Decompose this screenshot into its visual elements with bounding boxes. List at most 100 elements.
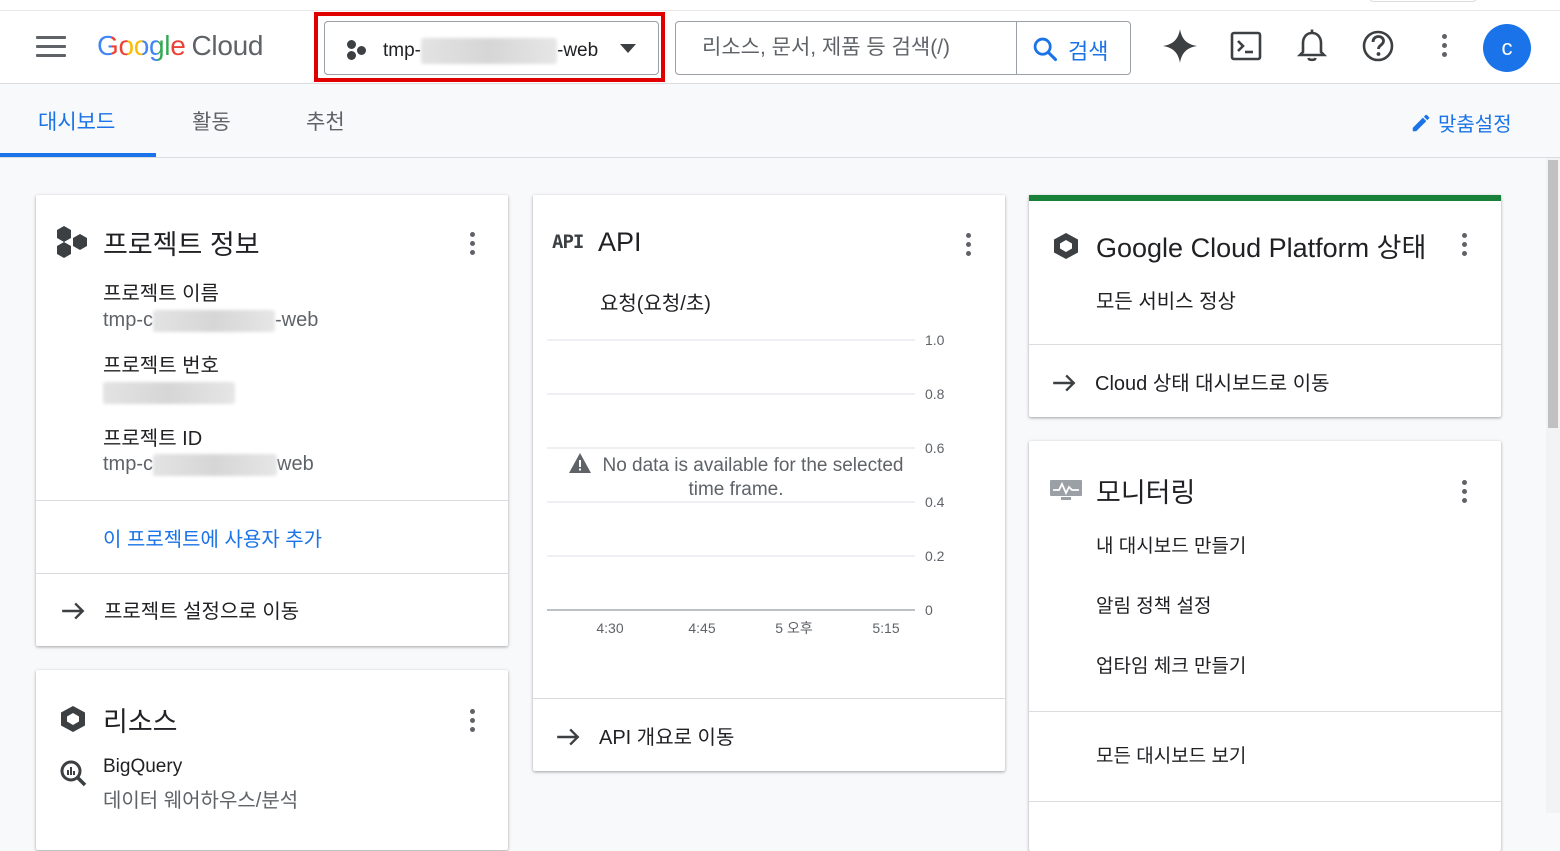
help-icon[interactable] xyxy=(1360,28,1396,64)
project-name-value: tmp-c -web xyxy=(103,309,318,332)
card-title: 모니터링 xyxy=(1096,478,1196,508)
more-vert-icon[interactable] xyxy=(462,232,482,258)
api-overview-label: API 개요로 이동 xyxy=(599,727,735,749)
project-name-prefix: tmp-c xyxy=(103,309,153,331)
top-app-bar: GoogleCloud tmp- -web 검색 c xyxy=(0,0,1560,84)
monitoring-card: 모니터링 내 대시보드 만들기 알림 정책 설정 업타임 체크 만들기 모든 대… xyxy=(1029,441,1501,851)
more-vert-icon[interactable] xyxy=(1454,480,1474,506)
project-info-card: 프로젝트 정보 프로젝트 이름 tmp-c -web 프로젝트 번호 프로젝트 I… xyxy=(36,195,508,646)
bigquery-description: 데이터 웨어하우스/분석 xyxy=(103,790,299,812)
search-bar: 검색 xyxy=(675,21,1131,75)
divider xyxy=(533,698,1005,699)
arrow-right-icon xyxy=(557,728,580,746)
y-tick-label: 0.4 xyxy=(925,494,945,510)
resources-card: 리소스 BigQuery 데이터 웨어하우스/분석 xyxy=(36,670,508,850)
cloud-shell-icon[interactable] xyxy=(1228,28,1264,64)
project-name-suffix: -web xyxy=(275,309,319,331)
project-hexagon-icon xyxy=(345,40,367,60)
y-tick-label: 0.2 xyxy=(925,548,945,564)
chevron-down-icon xyxy=(620,44,636,53)
card-title: 프로젝트 정보 xyxy=(103,230,260,260)
project-number-label: 프로젝트 번호 xyxy=(103,355,219,377)
x-tick-label: 5:15 xyxy=(872,620,899,636)
add-user-link[interactable]: 이 프로젝트에 사용자 추가 xyxy=(103,523,322,552)
resources-hexagon-icon xyxy=(61,706,85,732)
tab-dashboard[interactable]: 대시보드 xyxy=(38,106,115,136)
create-dashboard-link[interactable]: 내 대시보드 만들기 xyxy=(1096,531,1246,558)
dashboard-tabs: 대시보드 활동 추천 맞춤설정 xyxy=(0,84,1560,158)
card-title: 리소스 xyxy=(103,707,178,737)
project-id-label: 프로젝트 ID xyxy=(103,428,203,450)
no-data-message: No data is available for the selected ti… xyxy=(556,452,916,502)
project-id-prefix: tmp-c xyxy=(103,453,153,475)
more-vert-icon[interactable] xyxy=(1454,233,1474,259)
alert-policy-link[interactable]: 알림 정책 설정 xyxy=(1096,591,1211,618)
redacted-text xyxy=(421,38,557,64)
customize-label: 맞춤설정 xyxy=(1438,114,1512,136)
x-tick-label: 4:45 xyxy=(688,620,715,636)
search-button-label: 검색 xyxy=(1068,39,1109,64)
divider xyxy=(1029,344,1501,345)
y-tick-label: 0 xyxy=(925,602,933,618)
page-scrollbar[interactable] xyxy=(1546,158,1560,813)
project-name-suffix: -web xyxy=(557,40,599,62)
redacted-text xyxy=(153,309,275,332)
active-tab-indicator xyxy=(0,153,156,157)
cloud-status-label: Cloud 상태 대시보드로 이동 xyxy=(1095,373,1330,395)
logo-google-text: Google xyxy=(97,30,186,61)
notifications-bell-icon[interactable] xyxy=(1294,28,1330,64)
arrow-right-icon xyxy=(1053,374,1076,392)
gemini-spark-icon[interactable] xyxy=(1162,28,1198,64)
uptime-check-link[interactable]: 업타임 체크 만들기 xyxy=(1096,651,1246,678)
api-overview-link[interactable]: API 개요로 이동 xyxy=(555,721,734,750)
project-id-suffix: web xyxy=(277,453,314,475)
no-data-text: No data is available for the selected ti… xyxy=(602,455,904,500)
project-picker-button[interactable]: tmp- -web xyxy=(324,21,659,75)
arrow-right-icon xyxy=(62,602,85,620)
search-button[interactable]: 검색 xyxy=(1016,22,1130,74)
redacted-text xyxy=(103,381,235,404)
search-input[interactable] xyxy=(676,22,1014,74)
warning-icon xyxy=(569,453,592,473)
divider xyxy=(1029,801,1501,802)
project-id-value: tmp-c web xyxy=(103,453,314,476)
bigquery-icon[interactable] xyxy=(58,758,88,788)
bigquery-link[interactable]: BigQuery xyxy=(103,756,182,778)
project-name-label: 프로젝트 이름 xyxy=(103,283,219,305)
y-tick-label: 1.0 xyxy=(925,332,945,348)
project-settings-link[interactable]: 프로젝트 설정으로 이동 xyxy=(60,595,299,624)
edit-pencil-icon xyxy=(1412,114,1430,132)
redacted-text xyxy=(153,453,277,476)
project-name-prefix: tmp- xyxy=(383,40,421,62)
tab-activity[interactable]: 활동 xyxy=(192,106,231,136)
cloud-status-dashboard-link[interactable]: Cloud 상태 대시보드로 이동 xyxy=(1051,367,1330,396)
card-title: API xyxy=(598,227,642,257)
divider xyxy=(36,573,508,574)
window-fragment xyxy=(1368,0,1478,2)
gcp-status-card: Google Cloud Platform 상태 모든 서비스 정상 Cloud… xyxy=(1029,195,1501,417)
divider xyxy=(1029,711,1501,712)
gcp-hexagon-icon xyxy=(1054,233,1078,259)
menu-icon[interactable] xyxy=(36,36,66,58)
scrollbar-thumb[interactable] xyxy=(1548,160,1558,428)
more-vert-icon[interactable] xyxy=(1434,34,1454,60)
api-icon: API xyxy=(552,231,584,253)
more-vert-icon[interactable] xyxy=(958,233,978,259)
x-tick-label: 5 오후 xyxy=(775,620,813,636)
status-accent-bar xyxy=(1029,195,1501,201)
search-icon xyxy=(1033,37,1058,62)
google-cloud-logo[interactable]: Google Cloud xyxy=(97,30,263,62)
customize-button[interactable]: 맞춤설정 xyxy=(1410,108,1512,137)
y-tick-label: 0.8 xyxy=(925,386,945,402)
project-hexagon-icon xyxy=(57,226,87,258)
monitoring-icon xyxy=(1050,480,1082,500)
tab-recommendations[interactable]: 추천 xyxy=(306,106,345,136)
account-avatar[interactable]: c xyxy=(1483,24,1531,72)
chart-title: 요청(요청/초) xyxy=(600,293,711,315)
logo-cloud-text: Cloud xyxy=(191,30,264,61)
divider xyxy=(36,500,508,501)
top-divider xyxy=(0,10,1560,11)
more-vert-icon[interactable] xyxy=(462,709,482,735)
project-number-value xyxy=(103,381,235,404)
view-all-dashboards-link[interactable]: 모든 대시보드 보기 xyxy=(1096,741,1246,768)
